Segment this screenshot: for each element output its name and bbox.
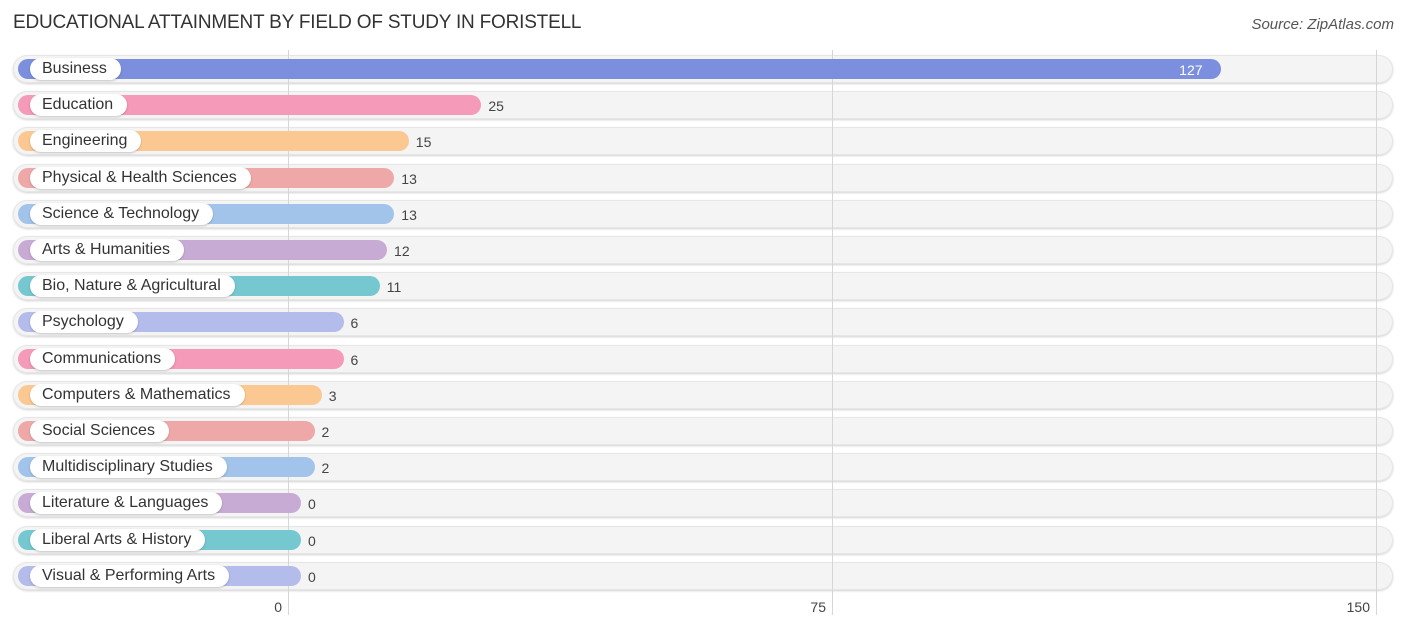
category-label: Science & Technology bbox=[30, 202, 214, 225]
category-label: Communications bbox=[30, 347, 176, 370]
value-label: 6 bbox=[350, 351, 359, 368]
x-tick-label: 150 bbox=[1346, 599, 1370, 615]
value-label: 11 bbox=[386, 279, 402, 296]
category-label: Physical & Health Sciences bbox=[30, 166, 251, 189]
gridline bbox=[832, 50, 833, 615]
category-label: Engineering bbox=[30, 130, 142, 153]
value-label: 12 bbox=[394, 243, 410, 259]
value-label: 3 bbox=[328, 387, 337, 404]
gridline bbox=[1376, 50, 1377, 615]
category-label: Social Sciences bbox=[30, 420, 169, 442]
category-label: Computers & Mathematics bbox=[30, 383, 245, 406]
value-label: 0 bbox=[308, 532, 316, 549]
category-label: Arts & Humanities bbox=[30, 239, 185, 261]
x-tick-label: 75 bbox=[810, 599, 826, 615]
value-label: 13 bbox=[401, 170, 417, 187]
value-label: 2 bbox=[321, 460, 330, 477]
value-label: 15 bbox=[415, 134, 432, 151]
value-label: 25 bbox=[488, 98, 504, 115]
category-label: Literature & Languages bbox=[30, 492, 223, 515]
value-label: 6 bbox=[350, 315, 359, 332]
value-label: 2 bbox=[321, 424, 330, 440]
category-label: Multidisciplinary Studies bbox=[30, 456, 227, 479]
category-label: Psychology bbox=[30, 311, 138, 334]
x-tick-label: 0 bbox=[274, 599, 282, 615]
bar bbox=[18, 59, 1222, 79]
category-label: Education bbox=[30, 94, 128, 117]
value-label: 0 bbox=[308, 496, 316, 513]
category-label: Liberal Arts & History bbox=[30, 528, 206, 551]
category-label: Bio, Nature & Agricultural bbox=[30, 275, 235, 298]
category-label: Visual & Performing Arts bbox=[30, 564, 230, 587]
bar-chart: Business 127 Education 25 Engineering 15 Physi… bbox=[0, 0, 1406, 632]
value-label: 127 bbox=[1179, 62, 1203, 78]
value-label: 0 bbox=[308, 568, 316, 585]
category-label: Business bbox=[30, 58, 121, 80]
value-label: 13 bbox=[401, 206, 417, 223]
